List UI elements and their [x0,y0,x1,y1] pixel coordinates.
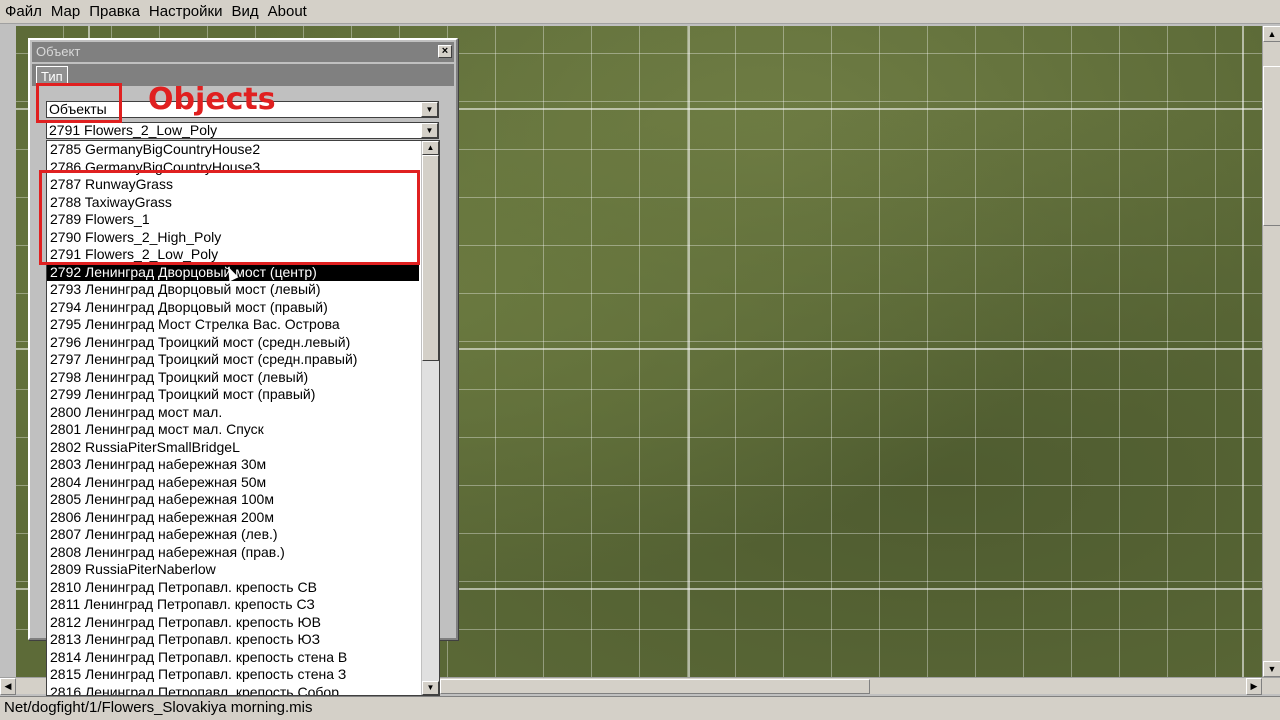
list-item[interactable]: 2806 Ленинград набережная 200м [47,509,439,527]
list-item[interactable]: 2807 Ленинград набережная (лев.) [47,526,439,544]
list-item[interactable]: 2785 GermanyBigCountryHouse2 [47,141,439,159]
menu-settings[interactable]: Настройки [144,0,227,24]
list-item[interactable]: 2811 Ленинград Петропавл. крепость СЗ [47,596,439,614]
list-item[interactable]: 2803 Ленинград набережная 30м [47,456,439,474]
list-item[interactable]: 2810 Ленинград Петропавл. крепость СВ [47,579,439,597]
list-item[interactable]: 2800 Ленинград мост мал. [47,404,439,422]
list-item[interactable]: 2797 Ленинград Троицкий мост (средн.прав… [47,351,439,369]
scroll-up-arrow-icon[interactable]: ▲ [422,141,439,155]
scroll-down-arrow-icon[interactable]: ▼ [422,681,439,695]
dialog-titlebar[interactable]: Объект × [32,42,454,62]
menu-view[interactable]: Вид [226,0,262,24]
list-item[interactable]: 2801 Ленинград мост мал. Спуск [47,421,439,439]
list-item[interactable]: 2796 Ленинград Троицкий мост (средн.левы… [47,334,439,352]
menu-edit[interactable]: Правка [84,0,144,24]
scroll-right-arrow-icon[interactable]: ▶ [1246,678,1262,695]
scroll-thumb[interactable] [422,155,439,361]
list-item[interactable]: 2814 Ленинград Петропавл. крепость стена… [47,649,439,667]
highlight-box-objects [39,170,420,265]
list-item[interactable]: 2815 Ленинград Петропавл. крепость стена… [47,666,439,684]
list-item[interactable]: 2793 Ленинград Дворцовый мост (левый) [47,281,439,299]
map-vertical-scrollbar[interactable]: ▲ ▼ [1262,26,1280,677]
list-item[interactable]: 2795 Ленинград Мост Стрелка Вас. Острова [47,316,439,334]
annotation-label: Objects [148,82,276,117]
status-bar: Net/dogfight/1/Flowers_Slovakiya morning… [0,696,1280,720]
list-item[interactable]: 2805 Ленинград набережная 100м [47,491,439,509]
list-item[interactable]: 2802 RussiaPiterSmallBridgeL [47,439,439,457]
object-select-value: 2791 Flowers_2_Low_Poly [49,122,218,138]
highlight-box-category [36,83,122,123]
list-item[interactable]: 2794 Ленинград Дворцовый мост (правый) [47,299,439,317]
scroll-up-arrow-icon[interactable]: ▲ [1263,26,1280,42]
menu-about[interactable]: About [263,0,311,24]
dialog-title: Объект [36,44,81,59]
list-item[interactable]: 2812 Ленинград Петропавл. крепость ЮВ [47,614,439,632]
list-item[interactable]: 2798 Ленинград Троицкий мост (левый) [47,369,439,387]
scroll-thumb[interactable] [440,679,870,694]
chevron-down-icon[interactable]: ▼ [421,102,438,117]
scroll-left-arrow-icon[interactable]: ◀ [0,678,16,695]
menu-bar: Файл Мар Правка Настройки Вид About [0,0,1280,24]
object-select[interactable]: 2791 Flowers_2_Low_Poly ▼ [46,122,439,139]
menu-map[interactable]: Мар [46,0,84,24]
scroll-thumb[interactable] [1263,66,1280,226]
list-item[interactable]: 2799 Ленинград Троицкий мост (правый) [47,386,439,404]
chevron-down-icon[interactable]: ▼ [421,123,438,138]
map-grid-line [688,26,690,677]
list-item[interactable]: 2808 Ленинград набережная (прав.) [47,544,439,562]
menu-file[interactable]: Файл [0,0,46,24]
list-item[interactable]: 2813 Ленинград Петропавл. крепость ЮЗ [47,631,439,649]
list-item[interactable]: 2816 Ленинград Петропавл. крепость Собор [47,684,439,696]
list-item[interactable]: 2809 RussiaPiterNaberlow [47,561,439,579]
list-item[interactable]: 2804 Ленинград набережная 50м [47,474,439,492]
list-scrollbar[interactable]: ▲ ▼ [421,141,439,695]
close-icon[interactable]: × [438,45,452,58]
scroll-down-arrow-icon[interactable]: ▼ [1263,661,1280,677]
map-grid-line [1242,26,1244,677]
